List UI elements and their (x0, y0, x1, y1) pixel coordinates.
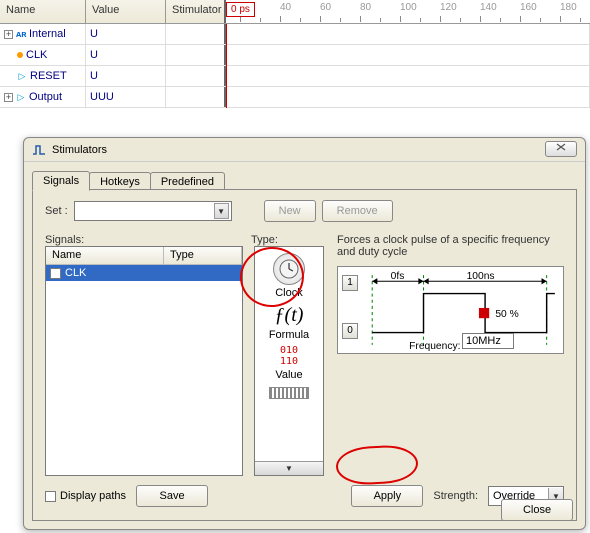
signals-label: Signals: (45, 234, 243, 246)
type-item-formula[interactable]: ƒ(t) Formula (269, 303, 309, 341)
type-description: Forces a clock pulse of a specific frequ… (337, 234, 564, 258)
t0-label: 0fs (391, 271, 405, 282)
checkbox-icon[interactable] (50, 268, 61, 279)
waveform-icon (32, 143, 46, 157)
ruler-tick: 40 (280, 2, 291, 13)
list-header-type[interactable]: Type (164, 247, 242, 264)
chevron-down-icon: ▼ (214, 203, 229, 219)
signal-value: U (86, 66, 166, 86)
set-label: Set : (45, 205, 68, 217)
signal-row[interactable]: +ᴀʀInternal U (0, 24, 590, 45)
signal-value: U (86, 24, 166, 44)
signal-waveform[interactable] (226, 87, 590, 107)
signal-name: Internal (29, 28, 66, 40)
display-paths-label: Display paths (60, 490, 126, 502)
tab-panel-signals: Set : ▼ New Remove Signals: Name Type (32, 189, 577, 521)
signal-value: U (86, 45, 166, 65)
signals-listview[interactable]: Name Type CLK (45, 246, 243, 476)
signal-name: RESET (30, 70, 67, 82)
new-button[interactable]: New (264, 200, 316, 222)
dialog-body: Signals Hotkeys Predefined Set : ▼ New R… (32, 168, 577, 521)
list-item[interactable]: CLK (46, 265, 242, 281)
set-combo[interactable]: ▼ (74, 201, 232, 221)
signal-value: UUU (86, 87, 166, 107)
signal-name: Output (29, 91, 62, 103)
list-item-name: CLK (65, 267, 86, 279)
save-button[interactable]: Save (136, 485, 208, 507)
dialog-title: Stimulators (52, 144, 107, 156)
tabstrip: Signals Hotkeys Predefined (32, 168, 577, 190)
col-header-name[interactable]: Name (0, 0, 86, 23)
type-label-clock: Clock (275, 287, 303, 299)
cursor-line[interactable] (226, 24, 227, 108)
clock-diagram: 1 0 0fs (337, 266, 564, 354)
type-item-value[interactable]: 010110 Value (273, 345, 305, 381)
logic-high-button[interactable]: 1 (342, 275, 358, 291)
ruler-tick: 60 (320, 2, 331, 13)
apply-button[interactable]: Apply (351, 485, 423, 507)
port-icon: ▷ (17, 71, 27, 81)
signal-waveform[interactable] (226, 45, 590, 65)
cursor-flag[interactable]: 0 ps (226, 2, 255, 17)
remove-button[interactable]: Remove (322, 200, 393, 222)
clock-icon (273, 253, 305, 285)
tab-signals[interactable]: Signals (32, 171, 90, 191)
dialog-close-button[interactable] (545, 141, 577, 157)
waveform-panel: Name Value Stimulator 0 ps 2040608010012… (0, 0, 590, 108)
display-paths-checkbox[interactable]: Display paths (45, 490, 126, 502)
period-label: 100ns (467, 271, 495, 282)
frequency-label: Frequency: (409, 341, 460, 352)
expand-toggle[interactable]: + (4, 30, 13, 39)
signal-row[interactable]: +▷Output UUU (0, 87, 590, 108)
ruler-tick: 140 (480, 2, 497, 13)
waveform-headers: Name Value Stimulator 0 ps 2040608010012… (0, 0, 590, 24)
type-scroll-down[interactable]: ▼ (255, 461, 323, 475)
dot-icon (17, 52, 23, 58)
signal-stimulator[interactable] (166, 87, 226, 107)
value-icon: 010110 (273, 345, 305, 367)
duty-label: 50 % (495, 309, 518, 320)
time-ruler[interactable]: 0 ps 20406080100120140160180 (226, 0, 590, 23)
close-button[interactable]: Close (501, 499, 573, 521)
signal-waveform[interactable] (226, 66, 590, 86)
ruler-tick: 160 (520, 2, 537, 13)
signal-name: CLK (26, 49, 47, 61)
formula-icon: ƒ(t) (273, 303, 305, 327)
logic-low-button[interactable]: 0 (342, 323, 358, 339)
signal-stimulator[interactable] (166, 66, 226, 86)
expand-toggle[interactable]: + (4, 93, 13, 102)
ruler-tick: 80 (360, 2, 371, 13)
type-label-value: Value (275, 369, 302, 381)
dialog-titlebar[interactable]: Stimulators (24, 138, 585, 162)
ruler-tick: 120 (440, 2, 457, 13)
list-header-name[interactable]: Name (46, 247, 164, 264)
type-item-clock[interactable]: Clock (273, 253, 305, 299)
signal-stimulator[interactable] (166, 24, 226, 44)
signal-row[interactable]: ▷RESET U (0, 66, 590, 87)
type-label-formula: Formula (269, 329, 309, 341)
col-header-value[interactable]: Value (86, 0, 166, 23)
type-item-custom[interactable] (269, 387, 309, 399)
signal-row[interactable]: CLK U (0, 45, 590, 66)
custom-waveform-icon (269, 387, 309, 399)
signal-stimulator[interactable] (166, 45, 226, 65)
signal-waveform[interactable] (226, 24, 590, 44)
bus-icon: ᴀʀ (16, 29, 26, 39)
stimulators-dialog: Stimulators Signals Hotkeys Predefined S… (23, 137, 586, 530)
frequency-input[interactable] (462, 333, 514, 349)
ruler-tick: 180 (560, 2, 577, 13)
col-header-stimulator[interactable]: Stimulator (166, 0, 226, 23)
type-list[interactable]: Clock ƒ(t) Formula 010110 Value (254, 246, 324, 476)
strength-label: Strength: (433, 490, 478, 502)
ruler-tick: 100 (400, 2, 417, 13)
type-label: Type: (251, 234, 278, 246)
port-icon: ▷ (16, 92, 26, 102)
checkbox-icon (45, 491, 56, 502)
